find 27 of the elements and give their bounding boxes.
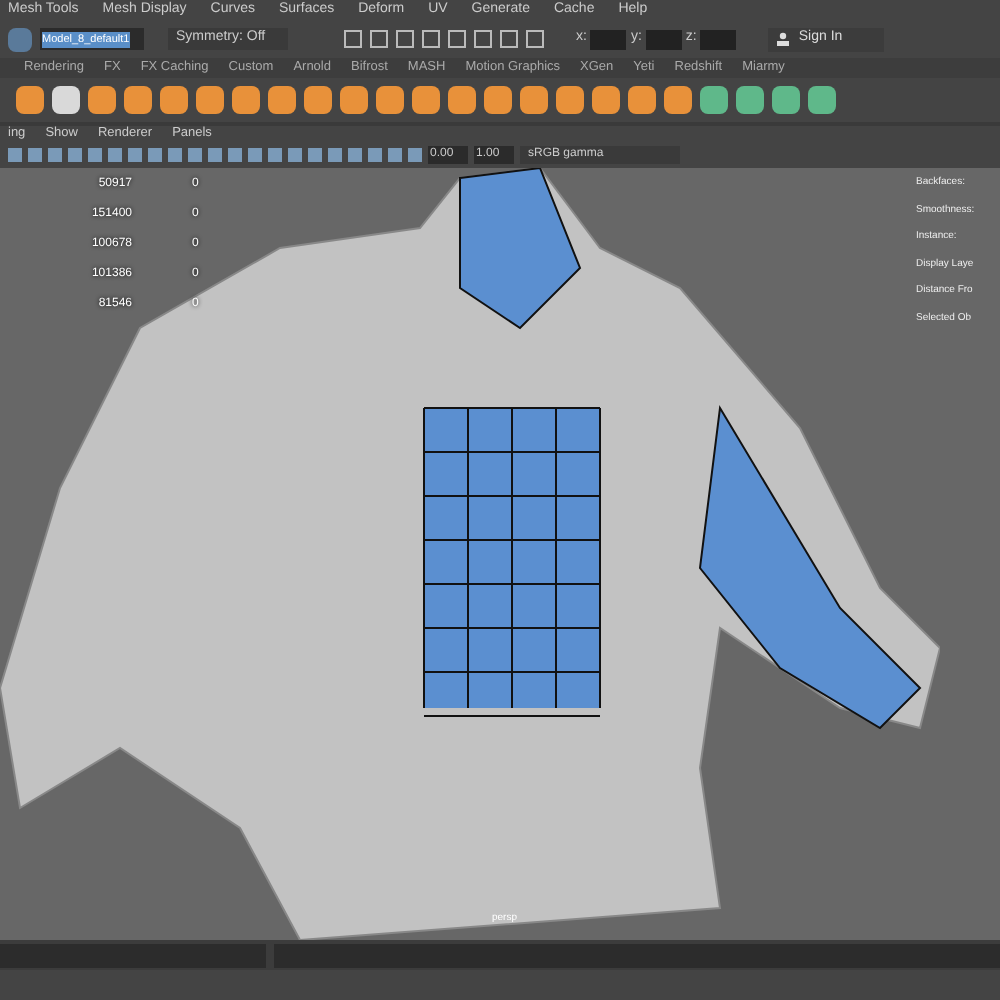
y-field[interactable] [645,29,682,49]
shelf-tool-icon[interactable] [448,86,476,114]
shelf-tool-icon[interactable] [340,86,368,114]
shelf-tool-icon[interactable] [628,86,656,114]
shelf-tool-icon[interactable] [88,86,116,114]
shelf-tool-icon[interactable] [484,86,512,114]
shelf-tool-icon[interactable] [16,86,44,114]
shelf-tool-icon[interactable] [376,86,404,114]
shelf-tool-icon[interactable] [304,86,332,114]
shelf-tool-icon[interactable] [232,86,260,114]
user-icon [776,32,791,46]
shelf-tool-icon[interactable] [556,86,584,114]
shelf-tool-icon[interactable] [772,86,800,114]
shelf-tool-icon[interactable] [412,86,440,114]
x-field[interactable] [590,29,627,49]
shelf-tool-icon[interactable] [268,86,296,114]
shelf-tool-icon[interactable] [700,86,728,114]
z-field[interactable] [700,29,737,49]
shelf-tool-icon[interactable] [160,86,188,114]
shelf-tool-icon[interactable] [124,86,152,114]
shelf-tool-icon[interactable] [592,86,620,114]
shelf-tool-icon[interactable] [196,86,224,114]
shelf-tool-icon[interactable] [52,86,80,114]
shelf-tool-icon[interactable] [736,86,764,114]
shelf-tool-icon[interactable] [664,86,692,114]
shelf-tool-icon[interactable] [808,86,836,114]
shelf-tool-icon[interactable] [520,86,548,114]
